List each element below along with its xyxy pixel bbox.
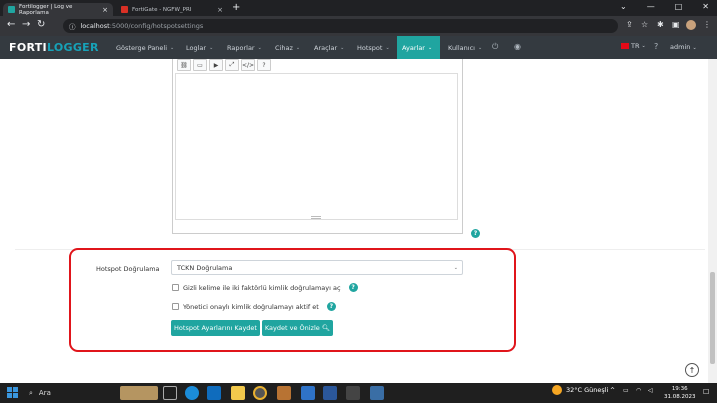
sun-icon — [552, 385, 562, 395]
chevron-down-icon: ⌄ — [209, 44, 214, 51]
tray-chevron-icon[interactable]: ^ — [610, 387, 615, 394]
notifications-icon[interactable]: ☐ — [703, 388, 709, 396]
code-icon[interactable]: </> — [241, 59, 255, 71]
language-selector[interactable]: TR ⌄ — [621, 42, 646, 50]
checkbox[interactable] — [172, 284, 179, 291]
image-icon[interactable]: ▭ — [193, 59, 207, 71]
window-controls: ⌄ — □ ✕ — [620, 2, 709, 11]
scrollbar-thumb[interactable] — [710, 272, 715, 364]
fullscreen-icon[interactable]: ⤢ — [225, 59, 239, 71]
sidepanel-icon[interactable]: ▣ — [672, 20, 680, 29]
app-icon[interactable] — [277, 386, 291, 400]
video-icon[interactable]: ▶ — [209, 59, 223, 71]
chevron-down-icon: ⌄ — [427, 44, 433, 51]
menu-logs[interactable]: Loglar ⌄ — [181, 36, 218, 59]
help-icon[interactable]: ? — [348, 283, 358, 292]
minimize-icon[interactable]: — — [647, 2, 655, 11]
network-icon[interactable]: ▭ — [623, 387, 629, 394]
fortilogger-favicon-icon — [8, 6, 15, 13]
search-icon: ⌕ — [29, 388, 33, 397]
app-icon[interactable] — [301, 386, 315, 400]
save-hotspot-button[interactable]: Hotspot Ayarlarını Kaydet — [171, 320, 260, 336]
edge-icon[interactable] — [185, 386, 199, 400]
chevron-down-icon: ⌄ — [295, 44, 301, 51]
close-window-icon[interactable]: ✕ — [702, 2, 709, 11]
eye-icon[interactable]: ◉ — [514, 42, 521, 51]
outlook-icon[interactable] — [207, 386, 221, 400]
menu-tools[interactable]: Araçlar ⌄ — [309, 36, 349, 59]
tab-title: Fortilogger | Log ve Raporlama — [19, 3, 73, 16]
tab-search-icon[interactable]: ⌄ — [620, 2, 627, 11]
turkey-flag-icon — [621, 43, 629, 49]
new-tab-button[interactable]: + — [232, 2, 240, 13]
fortilogger-logo[interactable]: FORTILOGGER — [9, 41, 99, 54]
help-icon[interactable]: ? — [326, 302, 336, 311]
menu-device[interactable]: Cihaz ⌄ — [270, 36, 305, 59]
two-factor-checkbox[interactable]: Gizli kelime ile iki faktörlü kimlik doğ… — [172, 283, 358, 292]
weather-widget[interactable]: 32°C Güneşli — [552, 385, 608, 395]
tab-title: FortiGate - NGFW_PRI — [132, 6, 192, 13]
admin-approval-label: Yönetici onaylı kimlik doğrulamayı aktif… — [183, 302, 319, 311]
url-host: localhost — [80, 22, 110, 30]
chevron-down-icon: ⌄ — [170, 44, 175, 51]
word-icon[interactable] — [323, 386, 337, 400]
menu-reports[interactable]: Raporlar ⌄ — [222, 36, 267, 59]
chevron-down-icon: ⌄ — [340, 44, 345, 51]
chrome-icon[interactable] — [253, 386, 267, 400]
close-icon[interactable]: × — [217, 6, 223, 14]
save-preview-button[interactable]: Kaydet ve Önizle 🔍︎ — [262, 320, 333, 336]
extensions-icon[interactable]: ✱ — [657, 20, 664, 29]
tab-fortilogger[interactable]: Fortilogger | Log ve Raporlama × — [3, 3, 113, 16]
volume-icon[interactable]: ◁ — [648, 387, 653, 394]
app-icon[interactable] — [346, 386, 360, 400]
help-circle-icon[interactable]: ? — [654, 42, 658, 51]
menu-user[interactable]: Kullanıcı ⌄ — [443, 36, 487, 59]
windows-start-icon[interactable] — [7, 387, 18, 398]
share-icon[interactable]: ⇪ — [626, 20, 633, 29]
url-path: :5000/config/hotspotsettings — [109, 22, 204, 30]
search-icon: 🔍︎ — [321, 324, 331, 332]
close-icon[interactable]: × — [102, 6, 108, 14]
site-info-icon[interactable]: ⓘ — [69, 21, 76, 31]
back-icon[interactable]: ← — [7, 19, 15, 30]
file-explorer-icon[interactable] — [231, 386, 245, 400]
chevron-down-icon: ⌄ — [453, 264, 458, 271]
menu-dashboard[interactable]: Gösterge Paneli ⌄ — [111, 36, 179, 59]
maximize-icon[interactable]: □ — [675, 2, 683, 11]
address-bar[interactable]: ⓘ localhost:5000/config/hotspotsettings — [63, 19, 618, 33]
menu-settings[interactable]: Ayarlar ⌄ — [397, 36, 440, 59]
profile-avatar[interactable] — [686, 20, 696, 30]
menu-hotspot[interactable]: Hotspot ⌄ — [352, 36, 395, 59]
reload-icon[interactable]: ↻ — [37, 19, 45, 30]
chevron-down-icon: ⌄ — [477, 44, 483, 51]
help-icon[interactable]: ? — [471, 229, 480, 238]
user-menu[interactable]: admin ⌄ — [670, 43, 697, 51]
help-icon[interactable]: ? — [257, 59, 271, 71]
hotspot-auth-label: Hotspot Doğrulama — [96, 265, 160, 273]
chevron-down-icon: ⌄ — [385, 44, 390, 51]
taskbar-clock[interactable]: 19:36 31.08.2023 — [664, 385, 696, 401]
power-icon[interactable]: ⏻ — [492, 42, 498, 52]
chevron-down-icon: ⌄ — [257, 44, 262, 51]
forward-icon[interactable]: → — [22, 19, 30, 30]
task-view-icon[interactable] — [163, 386, 177, 400]
admin-approval-checkbox[interactable]: Yönetici onaylı kimlik doğrulamayı aktif… — [172, 302, 336, 311]
resize-handle[interactable] — [311, 216, 321, 219]
tab-fortigate[interactable]: FortiGate - NGFW_PRI × — [116, 3, 228, 16]
editor-toolbar: ⛓ ▭ ▶ ⤢ </> ? — [177, 59, 271, 73]
scroll-to-top-button[interactable]: ↑ — [685, 363, 699, 377]
link-icon[interactable]: ⛓ — [177, 59, 191, 71]
app-icon[interactable] — [370, 386, 384, 400]
wifi-icon[interactable]: ◠ — [636, 387, 641, 394]
search-highlight-image — [120, 386, 158, 400]
browser-menu-icon[interactable]: ⋮ — [703, 20, 711, 29]
bookmark-star-icon[interactable]: ☆ — [641, 20, 648, 29]
two-factor-label: Gizli kelime ile iki faktörlü kimlik doğ… — [183, 283, 341, 292]
checkbox[interactable] — [172, 303, 179, 310]
fortigate-favicon-icon — [121, 6, 128, 13]
hotspot-auth-select[interactable]: TCKN Doğrulama ⌄ — [171, 260, 463, 275]
editor-text-area[interactable] — [175, 73, 458, 220]
